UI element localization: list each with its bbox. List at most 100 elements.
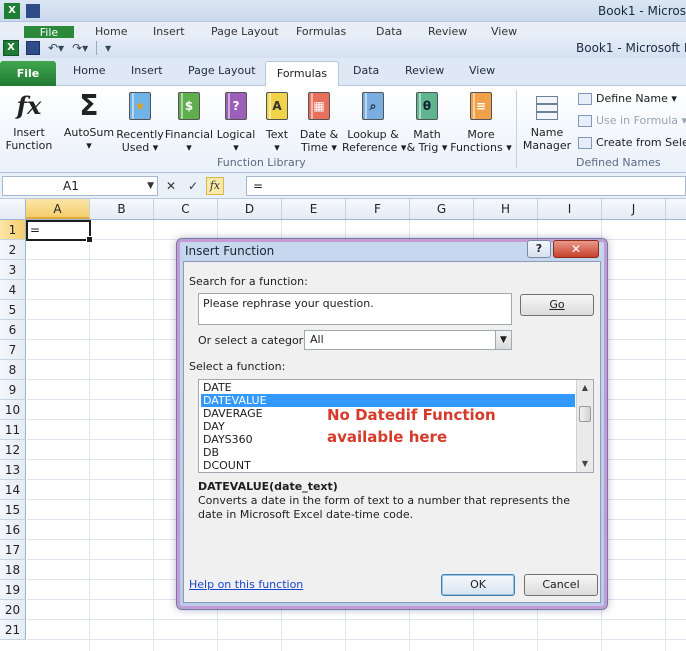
function-description: Converts a date in the form of text to a… <box>198 494 570 521</box>
insert-function-button[interactable]: fx Insert Function <box>4 90 54 152</box>
tab-view[interactable]: View <box>469 64 495 77</box>
search-label: Search for a function: <box>189 275 308 288</box>
stacked-books-icon: ≡ <box>466 92 496 124</box>
text-button[interactable]: A Text ▾ <box>258 90 296 154</box>
row-header[interactable]: 20 <box>0 600 26 620</box>
row-header[interactable]: 1 <box>0 220 26 240</box>
row-header[interactable]: 18 <box>0 560 26 580</box>
magnifier-book-icon: ⌕ <box>358 92 388 124</box>
active-cell-a1[interactable]: = <box>26 220 93 243</box>
row-header[interactable]: 17 <box>0 540 26 560</box>
chevron-down-icon[interactable]: ▼ <box>147 177 154 195</box>
financial-button[interactable]: $ Financial ▾ <box>164 90 214 154</box>
ghost-tab: View <box>491 25 518 38</box>
background-window-title: Book1 - Microso <box>598 4 686 18</box>
cancel-icon[interactable]: ✕ <box>162 177 180 195</box>
autosum-button[interactable]: Σ AutoSum ▾ <box>62 90 116 153</box>
redo-icon[interactable]: ↷▾ <box>72 41 88 55</box>
formula-bar: A1 ▼ ✕ ✓ fx = <box>0 173 686 199</box>
scroll-down-icon[interactable]: ▼ <box>577 456 593 472</box>
background-window-tabs: Home Insert Page Layout Formulas Data Re… <box>0 22 686 38</box>
help-link[interactable]: Help on this function <box>189 578 303 591</box>
search-input[interactable]: Please rephrase your question. <box>198 293 512 325</box>
function-list-label: Select a function: <box>189 360 286 373</box>
ribbon-tabs: File Home Insert Page Layout Formulas Da… <box>0 58 686 87</box>
column-header[interactable]: A <box>26 199 90 219</box>
dialog-body: Search for a function: Please rephrase y… <box>183 261 601 603</box>
row-header[interactable]: 7 <box>0 340 26 360</box>
formula-input[interactable]: = <box>246 176 686 196</box>
insert-function-icon[interactable]: fx <box>206 177 224 195</box>
more-functions-button[interactable]: ≡ More Functions ▾ <box>450 90 512 154</box>
row-header[interactable]: 9 <box>0 380 26 400</box>
column-header[interactable]: J <box>602 199 666 219</box>
define-name-button[interactable]: Define Name ▾ <box>578 92 677 105</box>
tab-review[interactable]: Review <box>405 64 444 77</box>
category-select[interactable]: All ▼ <box>304 330 512 350</box>
name-manager-button[interactable]: Name Manager <box>522 90 572 152</box>
tab-file[interactable]: File <box>0 61 56 86</box>
row-header[interactable]: 4 <box>0 280 26 300</box>
date-time-button[interactable]: ▦ Date & Time ▾ <box>296 90 342 154</box>
tab-insert[interactable]: Insert <box>131 64 163 77</box>
ok-button[interactable]: OK <box>441 574 515 596</box>
column-header[interactable]: G <box>410 199 474 219</box>
row-header[interactable]: 16 <box>0 520 26 540</box>
row-header[interactable]: 21 <box>0 620 26 640</box>
column-header[interactable]: H <box>474 199 538 219</box>
column-header[interactable]: E <box>282 199 346 219</box>
row-header[interactable]: 11 <box>0 420 26 440</box>
save-icon[interactable] <box>26 41 40 55</box>
row-header[interactable]: 8 <box>0 360 26 380</box>
cancel-button[interactable]: Cancel <box>524 574 598 596</box>
select-all-corner[interactable] <box>0 199 26 219</box>
row-header[interactable]: 10 <box>0 400 26 420</box>
ghost-tab: Formulas <box>296 25 347 38</box>
excel-app-icon[interactable]: X <box>3 40 19 56</box>
help-icon[interactable]: ? <box>527 240 551 258</box>
lookup-reference-button[interactable]: ⌕ Lookup & Reference ▾ <box>342 90 406 154</box>
row-header[interactable]: 15 <box>0 500 26 520</box>
function-list[interactable]: DATE DATEVALUE DAVERAGE DAY DAYS360 DB D… <box>198 379 594 473</box>
list-item[interactable]: DATE <box>201 381 575 394</box>
customize-toolbar-icon[interactable]: ▾ <box>105 41 111 55</box>
row-header[interactable]: 6 <box>0 320 26 340</box>
row-header[interactable]: 5 <box>0 300 26 320</box>
scroll-thumb[interactable] <box>579 406 591 422</box>
tab-home[interactable]: Home <box>73 64 105 77</box>
name-box[interactable]: A1 ▼ <box>2 176 158 196</box>
math-trig-button[interactable]: θ Math & Trig ▾ <box>404 90 450 154</box>
create-from-selection-icon <box>578 136 592 149</box>
column-header[interactable]: I <box>538 199 602 219</box>
scroll-up-icon[interactable]: ▲ <box>577 380 593 396</box>
row-header[interactable]: 3 <box>0 260 26 280</box>
chevron-down-icon[interactable]: ▼ <box>495 331 511 349</box>
recently-used-button[interactable]: ★ Recently Used ▾ <box>116 90 164 154</box>
list-item[interactable]: DCOUNT <box>201 459 575 472</box>
row-header[interactable]: 13 <box>0 460 26 480</box>
use-in-formula-button[interactable]: Use in Formula ▾ <box>578 114 686 127</box>
column-header[interactable]: D <box>218 199 282 219</box>
row-header[interactable]: 2 <box>0 240 26 260</box>
tab-formulas[interactable]: Formulas <box>265 61 339 87</box>
scrollbar[interactable]: ▲ ▼ <box>576 380 593 472</box>
ghost-tab: Data <box>376 25 403 38</box>
undo-icon[interactable]: ↶▾ <box>48 41 64 55</box>
column-headers: A B C D E F G H I J <box>0 199 686 220</box>
tab-data[interactable]: Data <box>353 64 379 77</box>
close-icon[interactable]: ✕ <box>553 240 599 258</box>
column-header[interactable]: C <box>154 199 218 219</box>
go-button[interactable]: Go <box>520 294 594 316</box>
column-header[interactable]: F <box>346 199 410 219</box>
enter-icon[interactable]: ✓ <box>184 177 202 195</box>
excel-app-icon: X <box>4 3 20 19</box>
row-header[interactable]: 19 <box>0 580 26 600</box>
row-header[interactable]: 12 <box>0 440 26 460</box>
row-header[interactable]: 14 <box>0 480 26 500</box>
create-from-selection-button[interactable]: Create from Selecti <box>578 136 686 149</box>
column-header[interactable]: B <box>90 199 154 219</box>
tab-page-layout[interactable]: Page Layout <box>188 64 256 77</box>
logical-button[interactable]: ? Logical ▾ <box>214 90 258 154</box>
background-window-titlebar: X Book1 - Microso <box>0 0 686 22</box>
insert-function-dialog: Insert Function ? ✕ Search for a functio… <box>176 238 608 610</box>
